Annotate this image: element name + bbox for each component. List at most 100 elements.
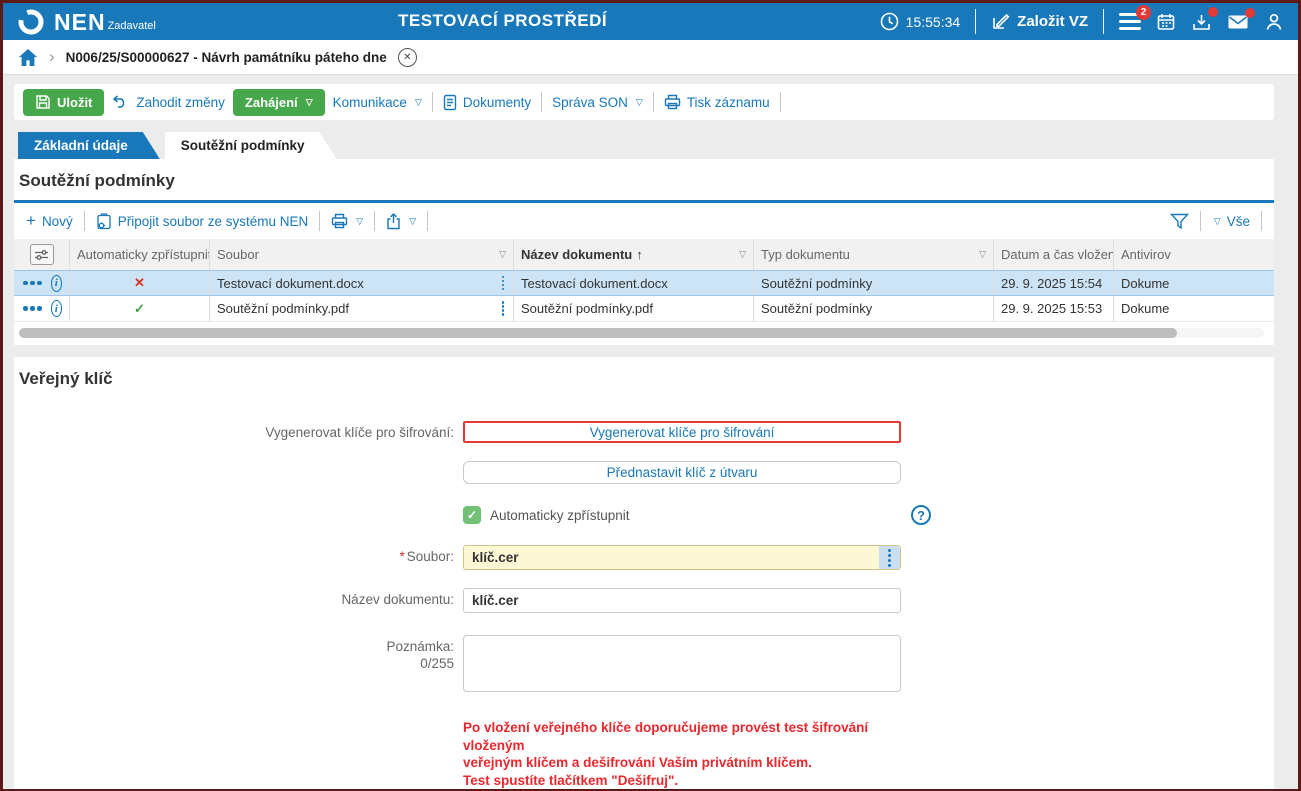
preset-key-button[interactable]: Přednastavit klíč z útvaru bbox=[463, 461, 901, 484]
note-counter: 0/255 bbox=[14, 656, 454, 671]
file-input[interactable] bbox=[463, 545, 901, 570]
doc-name-row: Název dokumentu: bbox=[14, 588, 1274, 613]
tab-soutezni-podminky[interactable]: Soutěžní podmínky bbox=[165, 132, 337, 159]
calendar-button[interactable] bbox=[1156, 12, 1176, 32]
close-record-icon[interactable]: ✕ bbox=[398, 48, 417, 67]
attach-from-nen-button[interactable]: Připojit soubor ze systému NEN bbox=[96, 213, 309, 230]
column-header-datum[interactable]: Datum a čas vložení ▽ bbox=[994, 239, 1114, 270]
doc-type-cell: Soutěžní podmínky bbox=[754, 296, 994, 321]
doc-name-cell[interactable]: Soutěžní podmínky.pdf bbox=[514, 296, 754, 321]
table-print-button[interactable]: ▽ bbox=[331, 213, 363, 229]
public-key-panel: Veřejný klíč Vygenerovat klíče pro šifro… bbox=[14, 357, 1274, 789]
required-mark: * bbox=[399, 549, 404, 564]
column-header-nazev[interactable]: Název dokumentu ↑ ▽ bbox=[514, 239, 754, 270]
row-grip-icon[interactable] bbox=[500, 274, 507, 293]
profile-button[interactable] bbox=[1264, 12, 1284, 32]
documents-label: Dokumenty bbox=[463, 95, 531, 110]
save-label: Uložit bbox=[57, 95, 92, 110]
auto-publish-checkbox[interactable]: ✓ bbox=[463, 506, 481, 524]
new-label: Nový bbox=[42, 214, 73, 229]
column-header-antivir[interactable]: Antivirov bbox=[1114, 239, 1274, 270]
info-icon[interactable]: i bbox=[51, 300, 63, 317]
column-settings-icon[interactable] bbox=[30, 244, 54, 265]
breadcrumb-record[interactable]: N006/25/S00000627 - Návrh památníku páte… bbox=[66, 50, 387, 65]
preset-key-row: Přednastavit klíč z útvaru bbox=[14, 461, 1274, 484]
calendar-icon bbox=[1156, 12, 1176, 32]
horizontal-scrollbar[interactable] bbox=[19, 328, 1264, 338]
public-key-form: Vygenerovat klíče pro šifrování: Vygener… bbox=[14, 398, 1274, 789]
generate-keys-label: Vygenerovat klíče pro šifrování: bbox=[14, 421, 454, 440]
inbox-button[interactable] bbox=[1191, 12, 1212, 32]
conditions-section-title: Soutěžní podmínky bbox=[14, 159, 1274, 200]
tab-zakladni-udaje[interactable]: Základní údaje bbox=[18, 132, 160, 159]
divider bbox=[432, 92, 433, 112]
create-vz-label: Založit VZ bbox=[1017, 13, 1088, 30]
discard-changes-button[interactable]: Zahodit změny bbox=[112, 95, 225, 110]
auto-publish-label: Automaticky zpřístupnit bbox=[490, 508, 630, 523]
filter-icon[interactable] bbox=[1170, 213, 1189, 230]
documents-button[interactable]: Dokumenty bbox=[443, 94, 531, 111]
help-icon[interactable]: ? bbox=[911, 505, 931, 525]
warning-row: Po vložení veřejného klíče doporučujeme … bbox=[14, 719, 1274, 789]
file-picker-dots-icon[interactable] bbox=[879, 546, 900, 569]
view-all-label: Vše bbox=[1227, 214, 1250, 229]
row-grip-icon[interactable] bbox=[500, 299, 507, 318]
save-button[interactable]: Uložit bbox=[23, 89, 104, 116]
scrollbar-thumb[interactable] bbox=[19, 328, 1177, 338]
filter-triangle-icon[interactable]: ▽ bbox=[979, 249, 986, 260]
plus-icon: + bbox=[26, 211, 36, 231]
tab-bar: Základní údaje Soutěžní podmínky bbox=[14, 132, 1274, 159]
row-menu-icon[interactable] bbox=[23, 306, 42, 311]
app-logo[interactable]: NEN Zadavatel bbox=[17, 8, 156, 36]
divider bbox=[1103, 9, 1104, 34]
column-header-auto[interactable]: Automaticky zpřístupnit ▽ bbox=[70, 239, 210, 270]
communication-dropdown-button[interactable]: Komunikace ▽ bbox=[333, 95, 422, 110]
column-header-soubor[interactable]: Soubor ▽ bbox=[210, 239, 514, 270]
export-button[interactable]: ▽ bbox=[386, 213, 416, 230]
encryption-warning-text: Po vložení veřejného klíče doporučujeme … bbox=[463, 719, 901, 789]
edit-icon bbox=[991, 12, 1010, 31]
new-document-button[interactable]: + Nový bbox=[26, 211, 73, 231]
file-cell[interactable]: Testovací dokument.docx bbox=[217, 276, 364, 291]
home-icon[interactable] bbox=[18, 48, 38, 67]
divider bbox=[1200, 211, 1201, 231]
status-cross-icon: ✕ bbox=[134, 275, 145, 291]
start-dropdown-button[interactable]: Zahájení ▽ bbox=[233, 89, 325, 116]
doc-name-input[interactable] bbox=[463, 588, 901, 613]
info-icon[interactable]: i bbox=[51, 275, 63, 292]
messages-button[interactable] bbox=[1227, 13, 1249, 31]
filter-triangle-icon[interactable]: ▽ bbox=[499, 249, 506, 260]
inbox-alert-dot bbox=[1208, 7, 1218, 17]
son-label: Správa SON bbox=[552, 95, 628, 110]
row-menu-icon[interactable] bbox=[23, 281, 42, 286]
column-header-typ[interactable]: Typ dokumentu ▽ bbox=[754, 239, 994, 270]
table-row[interactable]: i ✕ Testovací dokument.docx Testovací do… bbox=[14, 270, 1274, 296]
table-row[interactable]: i ✓ Soutěžní podmínky.pdf Soutěžní podmí… bbox=[14, 296, 1274, 322]
chevron-down-icon: ▽ bbox=[306, 97, 313, 108]
note-textarea[interactable] bbox=[463, 635, 901, 692]
filter-triangle-icon[interactable]: ▽ bbox=[739, 249, 746, 260]
divider bbox=[427, 211, 428, 231]
nen-logo-icon bbox=[17, 8, 45, 36]
view-all-dropdown[interactable]: ▽ Vše bbox=[1212, 214, 1250, 229]
print-record-button[interactable]: Tisk záznamu bbox=[664, 94, 770, 110]
generate-keys-row: Vygenerovat klíče pro šifrování: Vygener… bbox=[14, 421, 1274, 443]
tasks-menu-button[interactable]: 2 bbox=[1119, 13, 1141, 30]
antivirus-cell: Dokume bbox=[1114, 271, 1274, 295]
son-dropdown-button[interactable]: Správa SON ▽ bbox=[552, 95, 643, 110]
file-cell[interactable]: Soutěžní podmínky.pdf bbox=[217, 301, 349, 316]
attach-label: Připojit soubor ze systému NEN bbox=[118, 214, 309, 229]
doc-type-cell: Soutěžní podmínky bbox=[754, 271, 994, 295]
environment-title: TESTOVACÍ PROSTŘEDÍ bbox=[398, 11, 607, 31]
top-bar: NEN Zadavatel TESTOVACÍ PROSTŘEDÍ 15:55:… bbox=[3, 3, 1298, 40]
note-row: Poznámka: 0/255 bbox=[14, 635, 1274, 697]
user-icon bbox=[1264, 12, 1284, 32]
generate-keys-button[interactable]: Vygenerovat klíče pro šifrování bbox=[463, 421, 901, 443]
session-time: 15:55:34 bbox=[880, 12, 961, 31]
doc-name-label: Název dokumentu: bbox=[14, 588, 454, 607]
command-bar: Uložit Zahodit změny Zahájení ▽ Komunika… bbox=[14, 84, 1274, 120]
auto-publish-row: ✓ Automaticky zpřístupnit ? bbox=[14, 504, 1274, 524]
create-vz-button[interactable]: Založit VZ bbox=[991, 12, 1088, 31]
time-value: 15:55:34 bbox=[906, 14, 961, 30]
doc-name-cell[interactable]: Testovací dokument.docx bbox=[514, 271, 754, 295]
